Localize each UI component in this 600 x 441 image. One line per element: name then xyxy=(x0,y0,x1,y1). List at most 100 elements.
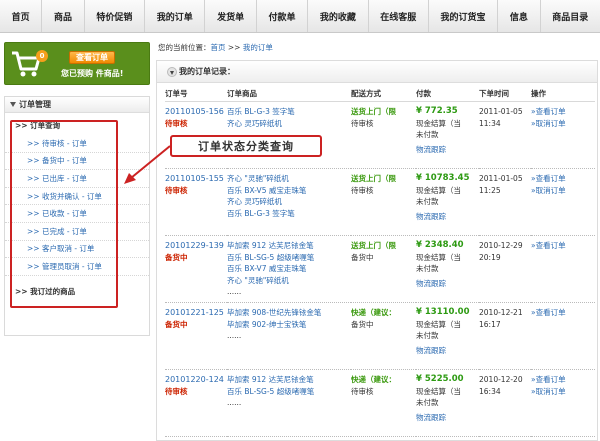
track-logistics-link[interactable]: 物流跟踪 xyxy=(416,278,446,290)
cart-note: 您已预购 件商品! xyxy=(61,69,124,78)
shipping-method: 送货上门（限 xyxy=(351,107,396,116)
collapse-triangle-icon xyxy=(10,102,16,107)
order-time: 16:17 xyxy=(479,319,501,329)
product-link[interactable]: 齐心 "灵驰"碎纸机 xyxy=(227,173,351,185)
payment-status: 未付款 xyxy=(416,264,439,273)
view-order-link[interactable]: »查看订单 xyxy=(531,240,595,252)
view-order-link[interactable]: »查看订单 xyxy=(531,307,595,319)
order-time-cell: 2011-01-05 11:34 xyxy=(479,101,531,169)
payment-cell: ¥ 2348.40 现金结算（当 未付款 物流跟踪 xyxy=(416,235,479,303)
breadcrumb-home[interactable]: 首页 xyxy=(211,43,226,52)
nav-item[interactable]: 特价促销 xyxy=(85,0,146,32)
shipping-cell: 快递（建议： 待审核 xyxy=(351,369,416,437)
cancel-order-link[interactable]: »取消订单 xyxy=(531,118,595,130)
payment-method: 现金结算（当 xyxy=(416,386,461,396)
product-link[interactable]: 百乐 BX-V7 威宝走珠笔 xyxy=(227,263,351,275)
actions-cell: »查看订单 xyxy=(531,235,595,303)
shipping-status: 待审核 xyxy=(351,386,374,396)
nav-item[interactable]: 在线客服 xyxy=(369,0,429,32)
product-link[interactable]: 毕加索 912 达芙尼铱金笔 xyxy=(227,374,351,386)
cart-box: 0 查看订单 您已预购 件商品! xyxy=(4,42,150,85)
product-link[interactable]: 百乐 BL-G-3 签字笔 xyxy=(227,106,351,118)
main-panel-title: 我的订单记录： xyxy=(157,61,597,83)
nav-item[interactable]: 信息 xyxy=(498,0,541,32)
order-price: ¥ 772.35 xyxy=(416,106,458,116)
highlight-frame xyxy=(10,120,118,308)
nav-item[interactable]: 商品 xyxy=(42,0,85,32)
nav-item[interactable]: 商品目录 xyxy=(541,0,600,32)
shipping-method: 快递（建议： xyxy=(351,375,396,384)
shipping-method: 送货上门（限 xyxy=(351,241,396,250)
payment-cell: ¥ 10783.45 现金结算（当 未付款 物流跟踪 xyxy=(416,168,479,236)
nav-item[interactable]: 发货单 xyxy=(205,0,257,32)
view-order-link[interactable]: »查看订单 xyxy=(531,106,595,118)
product-link[interactable]: 齐心 "灵驰"碎纸机 xyxy=(227,275,351,287)
cancel-order-link[interactable]: »取消订单 xyxy=(531,386,595,398)
track-logistics-link[interactable]: 物流跟踪 xyxy=(416,412,446,424)
payment-method: 现金结算（当 xyxy=(416,185,461,195)
column-header: 配送方式 xyxy=(351,88,416,102)
order-id-link[interactable]: 20101229-139 xyxy=(165,240,227,252)
nav-item[interactable]: 我的订单 xyxy=(145,0,206,32)
products-cell: 齐心 "灵驰"碎纸机 百乐 BX-V5 威宝走珠笔 齐心 灵巧碎纸机 百乐 BL-G-… xyxy=(227,168,351,236)
order-time-cell: 2011-01-05 11:25 xyxy=(479,168,531,236)
shipping-status: 待审核 xyxy=(351,118,374,128)
track-logistics-link[interactable]: 物流跟踪 xyxy=(416,345,446,357)
payment-method: 现金结算（当 xyxy=(416,118,461,128)
more-products: ...... xyxy=(227,287,242,296)
product-link[interactable]: 百乐 BL-SG-5 超级啫喱笔 xyxy=(227,252,351,264)
product-link[interactable]: 齐心 灵巧碎纸机 xyxy=(227,196,351,208)
view-order-link[interactable]: »查看订单 xyxy=(531,173,595,185)
view-order-button[interactable]: 查看订单 xyxy=(69,51,115,64)
track-logistics-link[interactable]: 物流跟踪 xyxy=(416,144,446,156)
nav-item[interactable]: 我的订货宝 xyxy=(429,0,499,32)
order-id-cell: 20101221-125 备货中 xyxy=(165,302,227,370)
order-id-cell: 20110105-155 待审核 xyxy=(165,168,227,236)
products-cell: 毕加索 912 达芙尼铱金笔 百乐 BL-SG-5 超级啫喱笔 百乐 BX-V7 威… xyxy=(227,235,351,303)
product-link[interactable]: 百乐 BX-V5 威宝走珠笔 xyxy=(227,185,351,197)
column-header: 订单号 xyxy=(165,88,227,102)
table-row: 20110105-155 待审核 齐心 "灵驰"碎纸机 百乐 BX-V5 威宝走珠笔齐… xyxy=(165,168,595,236)
shipping-status: 备货中 xyxy=(351,319,374,329)
collapse-circle-icon[interactable] xyxy=(167,67,177,77)
order-id-link[interactable]: 20110105-156 xyxy=(165,106,227,118)
annotation-callout: 订单状态分类查询 xyxy=(170,135,322,157)
panel-title[interactable]: 订单管理 xyxy=(5,97,149,113)
view-order-link[interactable]: »查看订单 xyxy=(531,374,595,386)
table-row: 20101221-125 备货中 毕加索 908-世纪先锋铱金笔 毕加索 902-绅士… xyxy=(165,302,595,370)
product-link[interactable]: 毕加索 908-世纪先锋铱金笔 xyxy=(227,307,351,319)
order-id-link[interactable]: 20110105-155 xyxy=(165,173,227,185)
nav-item[interactable]: 我的收藏 xyxy=(308,0,369,32)
product-link[interactable]: 百乐 BL-SG-5 超级啫喱笔 xyxy=(227,386,351,398)
order-status: 待审核 xyxy=(165,185,188,195)
breadcrumb: 您的当前位置：首页 >> 我的订单 xyxy=(158,43,273,52)
table-row: 20101220-124 待审核 毕加索 912 达芙尼铱金笔 百乐 BL-SG-5 … xyxy=(165,369,595,437)
top-nav: 首页 商品 特价促销 我的订单 发货单 付款单 我的收藏 在线客服 我的订货宝 信息 商品目录 xyxy=(0,0,600,33)
order-status: 备货中 xyxy=(165,252,188,262)
product-link[interactable]: 齐心 灵巧碎纸机 xyxy=(227,118,351,130)
order-time-cell: 2010-12-20 16:34 xyxy=(479,369,531,437)
payment-cell: ¥ 5225.00 现金结算（当 未付款 物流跟踪 xyxy=(416,369,479,437)
order-id-link[interactable]: 20101220-124 xyxy=(165,374,227,386)
track-logistics-link[interactable]: 物流跟踪 xyxy=(416,211,446,223)
order-status: 待审核 xyxy=(165,386,188,396)
product-link[interactable]: 毕加索 902-绅士宝铁笔 xyxy=(227,319,351,331)
order-time: 11:25 xyxy=(479,185,501,195)
order-time: 16:34 xyxy=(479,386,501,396)
order-id-cell: 20101229-139 备货中 xyxy=(165,235,227,303)
nav-item[interactable]: 付款单 xyxy=(257,0,309,32)
actions-cell: »查看订单 xyxy=(531,302,595,370)
breadcrumb-current[interactable]: 我的订单 xyxy=(243,43,273,52)
column-header: 操作 xyxy=(531,88,595,102)
nav-item[interactable]: 首页 xyxy=(0,0,43,32)
payment-status: 未付款 xyxy=(416,398,439,407)
product-link[interactable]: 百乐 BL-G-3 签字笔 xyxy=(227,208,351,220)
order-id-link[interactable]: 20101221-125 xyxy=(165,307,227,319)
cancel-order-link[interactable]: »取消订单 xyxy=(531,185,595,197)
column-header: 付款 xyxy=(416,88,479,102)
products-cell: 毕加索 908-世纪先锋铱金笔 毕加索 902-绅士宝铁笔...... xyxy=(227,302,351,370)
payment-method: 现金结算（当 xyxy=(416,252,461,262)
order-time: 20:19 xyxy=(479,252,501,262)
product-link[interactable]: 毕加索 912 达芙尼铱金笔 xyxy=(227,240,351,252)
order-price: ¥ 10783.45 xyxy=(416,173,470,183)
